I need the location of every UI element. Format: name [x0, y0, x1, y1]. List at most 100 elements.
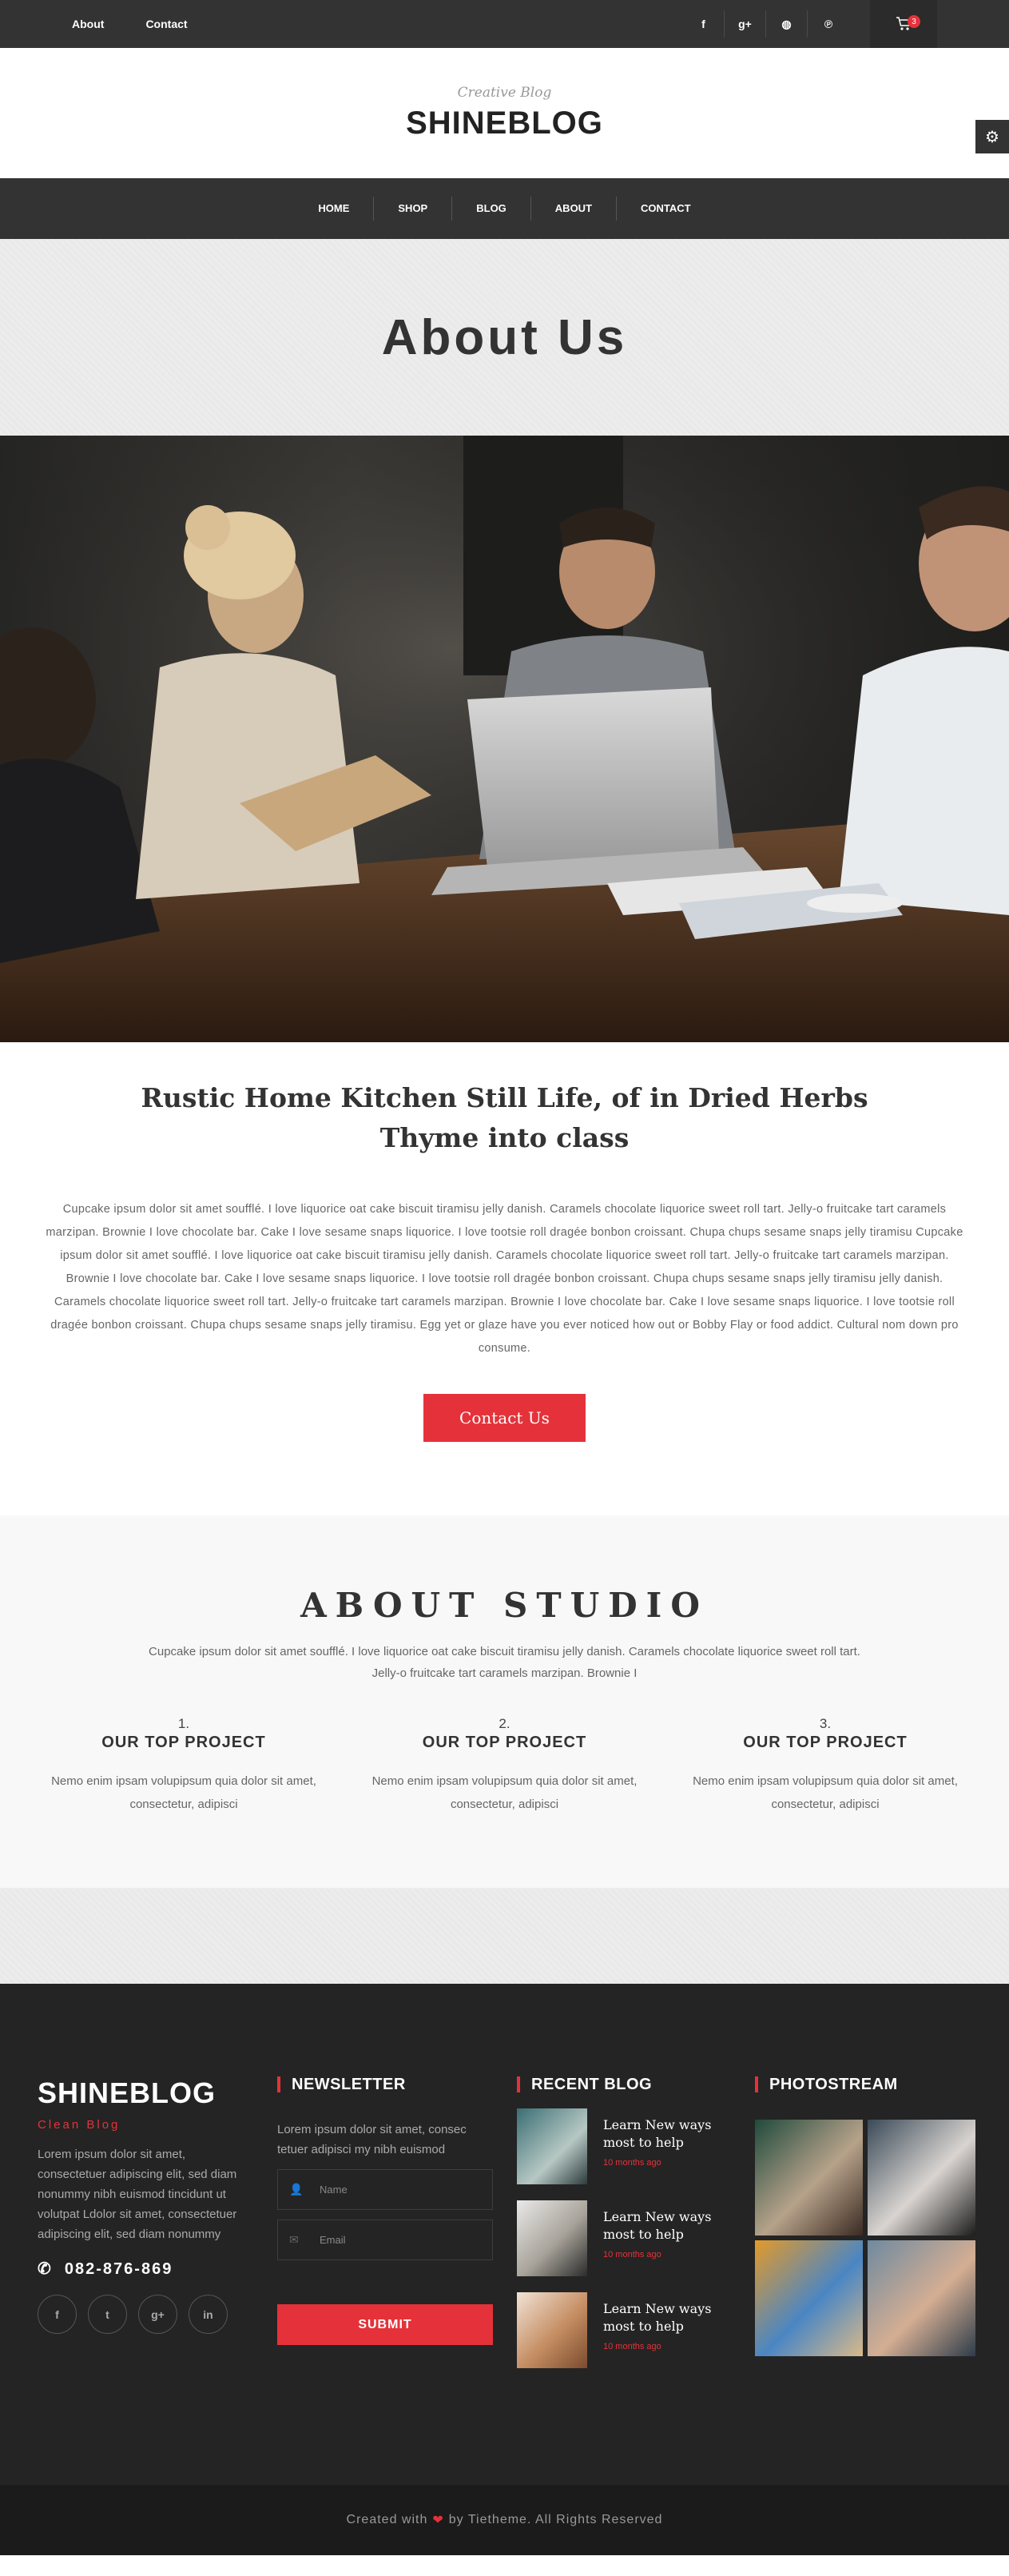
nav-home[interactable]: HOME — [294, 197, 375, 221]
about-article: Rustic Home Kitchen Still Life, of in Dr… — [0, 1042, 1009, 1442]
photostream-grid — [755, 2120, 975, 2356]
envelope-icon: ✉ — [289, 2233, 299, 2246]
page-title-banner: About Us — [0, 239, 1009, 436]
recent-blog-item[interactable]: Learn New ways most to help 10 months ag… — [517, 2200, 715, 2276]
logo-tagline: Creative Blog — [457, 85, 552, 101]
dribbble-icon[interactable]: ◍ — [766, 10, 808, 38]
linkedin-icon[interactable]: in — [189, 2295, 228, 2334]
recent-blog-text: Learn New ways most to help 10 months ag… — [603, 2200, 715, 2259]
newsletter-email-placeholder: Email — [320, 2234, 346, 2246]
footer-logo-sub: Clean Blog — [38, 2118, 121, 2132]
studio-item: 1. OUR TOP PROJECT Nemo enim ipsam volup… — [24, 1716, 344, 1816]
footer-phone: ✆ 082-876-869 — [38, 2259, 247, 2279]
recent-blog-item-date: 10 months ago — [603, 2250, 661, 2259]
studio-item-text: Nemo enim ipsam volupipsum quia dolor si… — [371, 1774, 638, 1811]
logo-area: Creative Blog SHINEBLOG ⚙ — [0, 48, 1009, 178]
recent-blog-item[interactable]: Learn New ways most to help 10 months ag… — [517, 2108, 715, 2184]
copyright-text-after: by Tietheme. All Rights Reserved — [448, 2513, 663, 2526]
site-logo[interactable]: SHINEBLOG — [0, 106, 1009, 141]
recent-blog-item-title[interactable]: Learn New ways most to help — [603, 2208, 715, 2244]
about-studio-section: ABOUT STUDIO Cupcake ipsum dolor sit ame… — [0, 1515, 1009, 1889]
recent-blog-thumbnail — [517, 2292, 587, 2368]
google-plus-icon[interactable]: g+ — [725, 10, 766, 38]
top-links: About Contact — [72, 18, 188, 30]
footer-recent-blog-column: RECENT BLOG Learn New ways most to help … — [517, 2076, 715, 2368]
article-title-line-2: Thyme into class — [379, 1122, 630, 1153]
recent-blog-item-date: 10 months ago — [603, 2158, 661, 2168]
article-title: Rustic Home Kitchen Still Life, of in Dr… — [0, 1078, 1009, 1158]
footer-social: f t g+ in — [38, 2295, 247, 2334]
photostream-photo[interactable] — [868, 2120, 975, 2236]
newsletter-name-placeholder: Name — [320, 2184, 348, 2196]
cart-count-badge: 3 — [908, 15, 920, 28]
page-title: About Us — [381, 309, 628, 365]
article-body: Cupcake ipsum dolor sit amet soufflé. I … — [46, 1203, 963, 1355]
studio-title: ABOUT STUDIO — [300, 1586, 709, 1625]
recent-blog-text: Learn New ways most to help 10 months ag… — [603, 2108, 715, 2168]
facebook-icon[interactable]: f — [683, 10, 725, 38]
photostream-photo[interactable] — [755, 2240, 863, 2356]
newsletter-submit-button[interactable]: SUBMIT — [277, 2304, 493, 2345]
google-plus-icon[interactable]: g+ — [138, 2295, 177, 2334]
heart-icon: ❤ — [432, 2514, 444, 2527]
footer-newsletter-column: NEWSLETTER Lorem ipsum dolor sit amet, c… — [277, 2076, 493, 2345]
studio-item-text: Nemo enim ipsam volupipsum quia dolor si… — [693, 1774, 958, 1811]
nav-shop[interactable]: SHOP — [374, 197, 453, 221]
newsletter-email-field[interactable]: ✉ Email — [277, 2220, 493, 2260]
footer-about-text: Lorem ipsum dolor sit amet, consectetuer… — [38, 2148, 237, 2241]
copyright-text-before: Created with — [346, 2513, 428, 2526]
footer: SHINEBLOG Clean Blog Lorem ipsum dolor s… — [0, 1984, 1009, 2485]
studio-item-text: Nemo enim ipsam volupipsum quia dolor si… — [51, 1774, 316, 1811]
top-link-contact[interactable]: Contact — [145, 18, 187, 30]
recent-blog-thumbnail — [517, 2108, 587, 2184]
hero-image-meeting — [0, 436, 1009, 1042]
recent-blog-thumbnail — [517, 2200, 587, 2276]
recent-blog-item-title[interactable]: Learn New ways most to help — [603, 2116, 715, 2152]
studio-item-number: 2. — [499, 1716, 510, 1731]
footer-logo[interactable]: SHINEBLOG — [38, 2076, 247, 2110]
newsletter-text: Lorem ipsum dolor sit amet, consec tetue… — [277, 2123, 467, 2156]
nav-blog[interactable]: BLOG — [452, 197, 531, 221]
recent-blog-title: RECENT BLOG — [517, 2076, 715, 2092]
nav-contact[interactable]: CONTACT — [617, 197, 715, 221]
studio-item-title: OUR TOP PROJECT — [743, 1734, 908, 1751]
facebook-icon[interactable]: f — [38, 2295, 77, 2334]
top-right: f g+ ◍ ℗ 3 — [683, 0, 937, 48]
footer-about-column: SHINEBLOG Clean Blog Lorem ipsum dolor s… — [38, 2076, 247, 2334]
hero-illustration — [0, 436, 1009, 1042]
cart-button[interactable]: 3 — [870, 0, 937, 48]
recent-blog-item[interactable]: Learn New ways most to help 10 months ag… — [517, 2292, 715, 2368]
nav-about[interactable]: ABOUT — [531, 197, 618, 221]
pinterest-icon[interactable]: ℗ — [808, 10, 849, 38]
studio-item: 3. OUR TOP PROJECT Nemo enim ipsam volup… — [665, 1716, 985, 1816]
newsletter-name-field[interactable]: 👤 Name — [277, 2169, 493, 2210]
studio-columns: 1. OUR TOP PROJECT Nemo enim ipsam volup… — [0, 1716, 1009, 1816]
texture-divider — [0, 1889, 1009, 1984]
recent-blog-text: Learn New ways most to help 10 months ag… — [603, 2292, 715, 2351]
studio-item-title: OUR TOP PROJECT — [101, 1734, 266, 1751]
newsletter-title: NEWSLETTER — [277, 2076, 493, 2092]
studio-item: 2. OUR TOP PROJECT Nemo enim ipsam volup… — [345, 1716, 665, 1816]
top-link-about[interactable]: About — [72, 18, 104, 30]
article-title-line-1: Rustic Home Kitchen Still Life, of in Dr… — [141, 1082, 868, 1113]
top-social: f g+ ◍ ℗ — [683, 10, 849, 38]
top-bar: About Contact f g+ ◍ ℗ 3 — [0, 0, 1009, 48]
contact-us-button[interactable]: Contact Us — [423, 1394, 586, 1442]
studio-item-number: 3. — [819, 1716, 832, 1731]
photostream-photo[interactable] — [868, 2240, 975, 2356]
photostream-title: PHOTOSTREAM — [755, 2076, 975, 2092]
main-nav: HOME SHOP BLOG ABOUT CONTACT — [0, 178, 1009, 239]
recent-blog-item-date: 10 months ago — [603, 2342, 661, 2351]
user-icon: 👤 — [289, 2183, 304, 2196]
phone-icon: ✆ — [38, 2260, 53, 2278]
copyright-bar: Created with ❤ by Tietheme. All Rights R… — [0, 2485, 1009, 2555]
studio-item-title: OUR TOP PROJECT — [422, 1734, 587, 1751]
footer-phone-number: 082-876-869 — [64, 2260, 173, 2278]
photostream-photo[interactable] — [755, 2120, 863, 2236]
studio-intro: Cupcake ipsum dolor sit amet soufflé. I … — [149, 1645, 860, 1680]
twitter-icon[interactable]: t — [88, 2295, 127, 2334]
footer-photostream-column: PHOTOSTREAM — [755, 2076, 975, 2356]
recent-blog-item-title[interactable]: Learn New ways most to help — [603, 2300, 715, 2335]
settings-gear-icon[interactable]: ⚙ — [975, 120, 1009, 153]
studio-item-number: 1. — [177, 1716, 190, 1731]
